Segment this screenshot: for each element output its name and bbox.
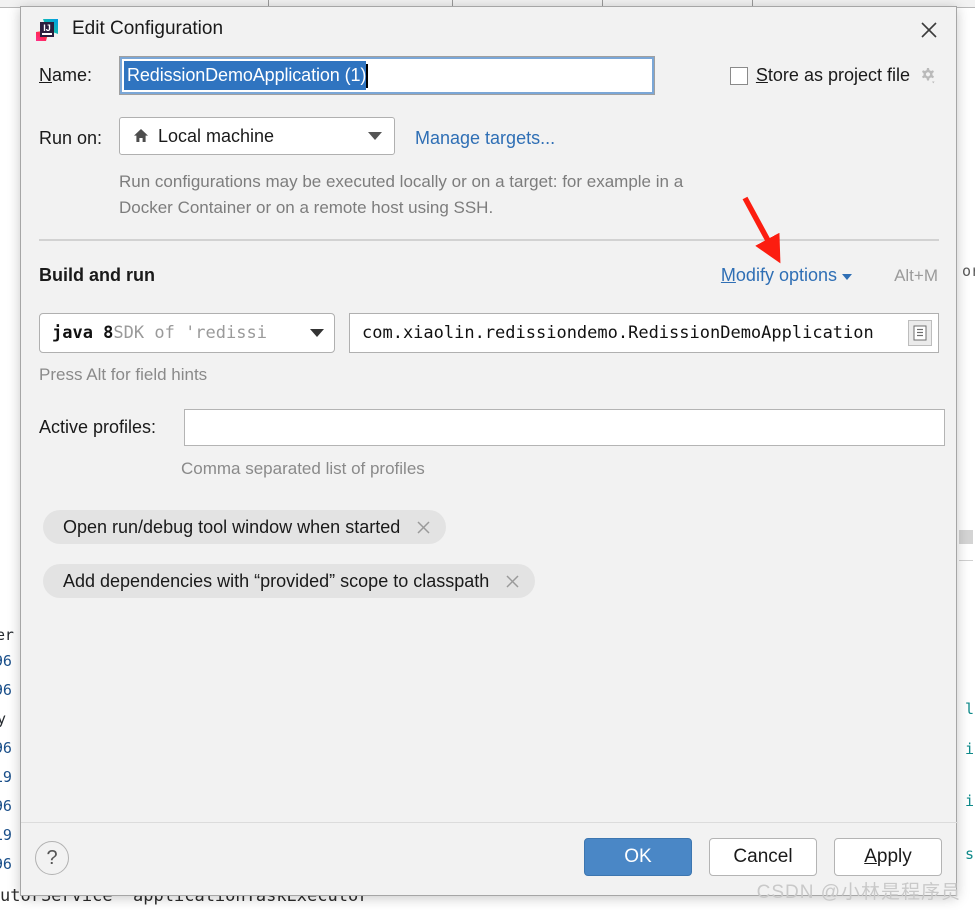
close-icon[interactable] bbox=[503, 572, 521, 590]
apply-button[interactable]: Apply bbox=[834, 838, 942, 876]
chevron-down-icon bbox=[310, 329, 324, 337]
apply-rest: pply bbox=[876, 846, 912, 867]
modify-options-mnemonic: M bbox=[720, 265, 736, 285]
text-caret bbox=[366, 63, 369, 88]
background-scrollbar-track[interactable] bbox=[959, 560, 973, 561]
store-label-rest: tore as project file bbox=[767, 65, 910, 85]
background-code-fragment: i bbox=[965, 740, 974, 758]
background-code-fragment: 96 bbox=[0, 797, 12, 815]
store-as-project-file-label: Store as project file bbox=[756, 65, 910, 86]
gear-icon[interactable] bbox=[918, 66, 938, 86]
section-divider bbox=[39, 239, 939, 241]
manage-targets-link[interactable]: Manage targets... bbox=[415, 128, 555, 149]
home-icon bbox=[132, 127, 150, 145]
apply-mnemonic: A bbox=[864, 846, 877, 867]
build-and-run-heading: Build and run bbox=[39, 265, 155, 285]
help-button[interactable]: ? bbox=[35, 841, 69, 875]
main-class-value: com.xiaolin.redissiondemo.RedissionDemoA… bbox=[362, 323, 874, 343]
background-code-fragment: i bbox=[965, 792, 974, 810]
name-label: Name: bbox=[39, 65, 92, 86]
active-profiles-input[interactable] bbox=[184, 409, 945, 446]
store-as-project-file-checkbox[interactable] bbox=[729, 66, 748, 85]
svg-text:IJ: IJ bbox=[43, 23, 51, 33]
run-on-target-value: Local machine bbox=[158, 125, 275, 146]
chevron-down-icon bbox=[842, 274, 852, 280]
screenshot-root: er 96 96 y 96 19 96 19 96 or l i i s uto… bbox=[0, 0, 975, 910]
background-code-fragment: y bbox=[0, 710, 6, 728]
sdk-primary-text: java 8 bbox=[52, 323, 114, 343]
csdn-watermark: CSDN @小林是程序员 bbox=[756, 882, 961, 903]
option-chip-add-provided-scope-dependencies[interactable]: Add dependencies with “provided” scope t… bbox=[43, 564, 536, 598]
store-label-mnemonic: S bbox=[755, 65, 768, 85]
background-scrollbar-marker[interactable] bbox=[959, 530, 973, 544]
option-chip-label: Add dependencies with “provided” scope t… bbox=[63, 570, 490, 591]
footer-divider bbox=[21, 822, 958, 823]
modify-options-shortcut: Alt+M bbox=[894, 266, 938, 285]
main-class-input[interactable]: com.xiaolin.redissiondemo.RedissionDemoA… bbox=[349, 313, 939, 353]
name-label-mnemonic: N bbox=[39, 65, 52, 85]
background-code-fragment: 19 bbox=[0, 826, 12, 844]
ok-button[interactable]: OK bbox=[584, 838, 692, 876]
dialog-titlebar: IJ Edit Configuration bbox=[21, 7, 956, 53]
background-code-fragment: 96 bbox=[0, 739, 12, 757]
background-code-fragment: er bbox=[0, 626, 14, 644]
intellij-idea-logo-icon: IJ bbox=[33, 16, 61, 44]
run-on-row: Run on: Local machine Manage targets... bbox=[21, 117, 958, 159]
modify-options-rest: odify options bbox=[735, 265, 837, 285]
close-icon[interactable] bbox=[414, 518, 432, 536]
sdk-combobox-text: java 8SDK of 'redissi bbox=[52, 323, 267, 343]
close-icon[interactable] bbox=[912, 13, 946, 45]
active-profiles-description: Comma separated list of profiles bbox=[181, 459, 425, 478]
modify-options-link[interactable]: Modify options bbox=[721, 265, 852, 286]
background-code-fragment: 96 bbox=[0, 681, 12, 699]
active-profiles-label: Active profiles: bbox=[39, 417, 157, 437]
background-code-fragment: 19 bbox=[0, 768, 12, 786]
name-label-rest: ame: bbox=[52, 65, 93, 85]
background-code-fragment: 96 bbox=[0, 855, 12, 873]
field-hints-text: Press Alt for field hints bbox=[39, 365, 208, 384]
run-on-description: Run configurations may be executed local… bbox=[119, 172, 684, 217]
modify-options-label: Modify options bbox=[721, 265, 837, 286]
sdk-secondary-text: SDK of 'redissi bbox=[113, 323, 267, 343]
name-input[interactable]: RedissionDemoApplication (1) bbox=[119, 56, 655, 95]
background-code-fragment: or bbox=[962, 262, 975, 280]
apply-button-label: Apply bbox=[864, 846, 912, 868]
background-code-fragment: 96 bbox=[0, 652, 12, 670]
name-input-value: RedissionDemoApplication (1) bbox=[124, 61, 366, 90]
run-on-label: Run on: bbox=[39, 128, 103, 148]
jre-sdk-combobox[interactable]: java 8SDK of 'redissi bbox=[39, 313, 335, 353]
chevron-down-icon bbox=[368, 132, 382, 140]
dialog-title: Edit Configuration bbox=[72, 18, 224, 39]
document-list-icon[interactable] bbox=[908, 320, 932, 346]
cancel-button[interactable]: Cancel bbox=[709, 838, 817, 876]
store-as-project-file-row[interactable]: Store as project file bbox=[729, 65, 938, 86]
option-chip-open-run-debug-tool-window[interactable]: Open run/debug tool window when started bbox=[43, 510, 447, 544]
edit-configuration-dialog: IJ Edit Configuration Name: RedissionDem… bbox=[20, 6, 958, 896]
background-code-fragment: s bbox=[965, 845, 974, 863]
option-chip-label: Open run/debug tool window when started bbox=[63, 516, 401, 537]
background-code-fragment: l bbox=[965, 700, 974, 718]
run-on-target-combobox[interactable]: Local machine bbox=[119, 117, 395, 155]
